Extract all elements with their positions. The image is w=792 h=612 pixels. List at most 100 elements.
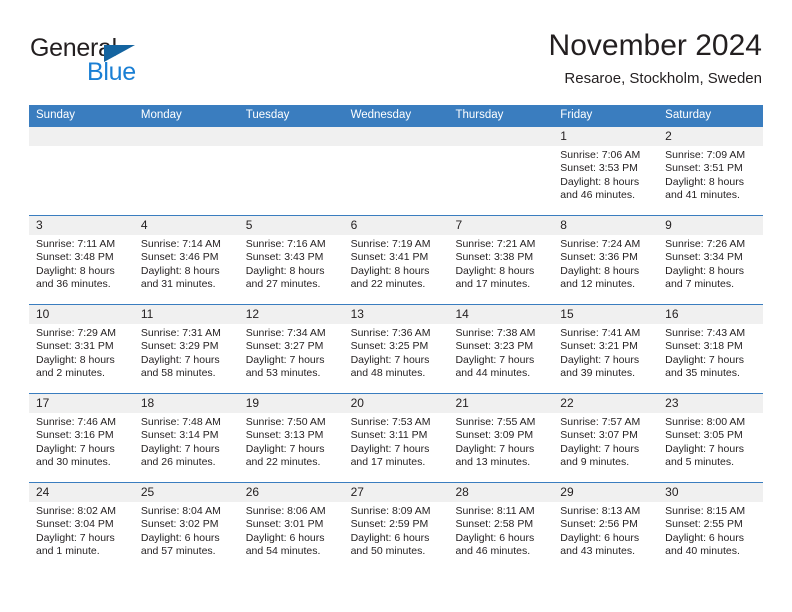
day-cell[interactable]: 27 Sunrise: 8:09 AM Sunset: 2:59 PM Dayl… xyxy=(343,483,449,571)
day-details: Sunrise: 7:14 AM Sunset: 3:46 PM Dayligh… xyxy=(134,235,239,292)
sunrise-text: Sunrise: 7:16 AM xyxy=(245,238,326,250)
day-cell[interactable]: 18 Sunrise: 7:48 AM Sunset: 3:14 PM Dayl… xyxy=(133,394,239,482)
day-details: Sunrise: 7:31 AM Sunset: 3:29 PM Dayligh… xyxy=(134,324,239,381)
sunset-text: Sunset: 3:27 PM xyxy=(245,340,324,353)
day-details: Sunrise: 8:11 AM Sunset: 2:58 PM Dayligh… xyxy=(448,502,553,559)
daylight-text-line1: Daylight: 7 hours xyxy=(245,353,325,366)
calendar-page: General Blue November 2024 Resaroe, Stoc… xyxy=(0,0,792,612)
sunrise-text: Sunrise: 7:29 AM xyxy=(36,327,116,339)
day-details: Sunrise: 7:43 AM Sunset: 3:18 PM Dayligh… xyxy=(658,324,763,381)
day-cell[interactable]: 7 Sunrise: 7:21 AM Sunset: 3:38 PM Dayli… xyxy=(448,216,554,304)
day-cell[interactable]: 30 Sunrise: 8:15 AM Sunset: 2:55 PM Dayl… xyxy=(658,483,764,571)
day-number: 9 xyxy=(658,216,764,235)
day-cell[interactable] xyxy=(448,127,554,215)
day-cell[interactable]: 9 Sunrise: 7:26 AM Sunset: 3:34 PM Dayli… xyxy=(658,216,764,304)
day-details: Sunrise: 8:06 AM Sunset: 3:01 PM Dayligh… xyxy=(239,502,344,559)
general-blue-logo[interactable]: General Blue xyxy=(30,34,260,92)
daylight-text-line2: and 40 minutes. xyxy=(665,545,740,558)
sunset-text: Sunset: 3:53 PM xyxy=(560,162,638,175)
daylight-text-line1: Daylight: 8 hours xyxy=(245,264,325,277)
day-details: Sunrise: 8:00 AM Sunset: 3:05 PM Dayligh… xyxy=(658,413,763,470)
day-details xyxy=(448,146,553,149)
day-cell[interactable]: 6 Sunrise: 7:19 AM Sunset: 3:41 PM Dayli… xyxy=(343,216,449,304)
sunset-text: Sunset: 3:07 PM xyxy=(560,429,638,442)
day-cell[interactable]: 14 Sunrise: 7:38 AM Sunset: 3:23 PM Dayl… xyxy=(448,305,554,393)
daylight-text-line1: Daylight: 8 hours xyxy=(350,264,430,277)
daylight-text-line2: and 27 minutes. xyxy=(245,278,321,291)
day-cell[interactable]: 22 Sunrise: 7:57 AM Sunset: 3:07 PM Dayl… xyxy=(553,394,659,482)
daylight-text-line2: and 46 minutes. xyxy=(560,189,636,202)
day-number: 22 xyxy=(553,394,659,413)
daylight-text-line2: and 17 minutes. xyxy=(455,278,531,291)
daylight-text-line2: and 30 minutes. xyxy=(36,456,111,469)
day-cell[interactable]: 10 Sunrise: 7:29 AM Sunset: 3:31 PM Dayl… xyxy=(29,305,134,393)
daylight-text-line1: Daylight: 7 hours xyxy=(560,442,640,455)
day-number: 17 xyxy=(29,394,134,413)
day-details: Sunrise: 7:29 AM Sunset: 3:31 PM Dayligh… xyxy=(29,324,134,381)
daylight-text-line1: Daylight: 7 hours xyxy=(245,442,325,455)
sunrise-text: Sunrise: 7:46 AM xyxy=(36,416,116,428)
day-cell[interactable]: 17 Sunrise: 7:46 AM Sunset: 3:16 PM Dayl… xyxy=(29,394,134,482)
day-cell[interactable]: 21 Sunrise: 7:55 AM Sunset: 3:09 PM Dayl… xyxy=(448,394,554,482)
day-cell[interactable]: 23 Sunrise: 8:00 AM Sunset: 3:05 PM Dayl… xyxy=(658,394,764,482)
day-cell[interactable]: 13 Sunrise: 7:36 AM Sunset: 3:25 PM Dayl… xyxy=(343,305,449,393)
day-cell[interactable] xyxy=(343,127,449,215)
day-cell[interactable]: 16 Sunrise: 7:43 AM Sunset: 3:18 PM Dayl… xyxy=(658,305,764,393)
daylight-text-line1: Daylight: 8 hours xyxy=(665,264,744,277)
day-cell[interactable] xyxy=(133,127,239,215)
day-number: 13 xyxy=(343,305,449,324)
day-cell[interactable]: 24 Sunrise: 8:02 AM Sunset: 3:04 PM Dayl… xyxy=(29,483,134,571)
title-block: November 2024 Resaroe, Stockholm, Sweden xyxy=(549,28,762,90)
day-cell[interactable]: 3 Sunrise: 7:11 AM Sunset: 3:48 PM Dayli… xyxy=(29,216,134,304)
day-cell[interactable]: 2 Sunrise: 7:09 AM Sunset: 3:51 PM Dayli… xyxy=(658,127,764,215)
daylight-text-line2: and 2 minutes. xyxy=(36,367,105,380)
day-cell[interactable]: 5 Sunrise: 7:16 AM Sunset: 3:43 PM Dayli… xyxy=(238,216,344,304)
day-cell[interactable]: 29 Sunrise: 8:13 AM Sunset: 2:56 PM Dayl… xyxy=(553,483,659,571)
day-details: Sunrise: 7:09 AM Sunset: 3:51 PM Dayligh… xyxy=(658,146,763,203)
day-cell[interactable]: 25 Sunrise: 8:04 AM Sunset: 3:02 PM Dayl… xyxy=(133,483,239,571)
daylight-text-line2: and 43 minutes. xyxy=(560,545,636,558)
day-cell[interactable]: 12 Sunrise: 7:34 AM Sunset: 3:27 PM Dayl… xyxy=(238,305,344,393)
day-number: 7 xyxy=(448,216,554,235)
day-details xyxy=(134,146,239,149)
day-cell[interactable]: 26 Sunrise: 8:06 AM Sunset: 3:01 PM Dayl… xyxy=(238,483,344,571)
sunset-text: Sunset: 3:31 PM xyxy=(36,340,114,353)
day-number: 3 xyxy=(29,216,134,235)
day-cell[interactable]: 1 Sunrise: 7:06 AM Sunset: 3:53 PM Dayli… xyxy=(553,127,659,215)
calendar-grid: Sunday Monday Tuesday Wednesday Thursday… xyxy=(29,105,764,571)
sunrise-text: Sunrise: 7:24 AM xyxy=(560,238,641,250)
daylight-text-line1: Daylight: 7 hours xyxy=(36,442,115,455)
day-number: 1 xyxy=(553,127,659,146)
day-details: Sunrise: 7:36 AM Sunset: 3:25 PM Dayligh… xyxy=(344,324,449,381)
day-cell[interactable]: 4 Sunrise: 7:14 AM Sunset: 3:46 PM Dayli… xyxy=(133,216,239,304)
day-number: 16 xyxy=(658,305,764,324)
sunrise-text: Sunrise: 8:11 AM xyxy=(455,505,535,517)
sunset-text: Sunset: 3:51 PM xyxy=(665,162,743,175)
sunrise-text: Sunrise: 8:09 AM xyxy=(350,505,431,517)
day-cell[interactable]: 11 Sunrise: 7:31 AM Sunset: 3:29 PM Dayl… xyxy=(133,305,239,393)
daylight-text-line1: Daylight: 6 hours xyxy=(350,531,430,544)
daylight-text-line1: Daylight: 7 hours xyxy=(665,442,744,455)
day-cell[interactable]: 19 Sunrise: 7:50 AM Sunset: 3:13 PM Dayl… xyxy=(238,394,344,482)
daylight-text-line2: and 17 minutes. xyxy=(350,456,426,469)
day-cell[interactable]: 15 Sunrise: 7:41 AM Sunset: 3:21 PM Dayl… xyxy=(553,305,659,393)
sunset-text: Sunset: 3:48 PM xyxy=(36,251,114,264)
daylight-text-line1: Daylight: 8 hours xyxy=(36,264,115,277)
day-cell[interactable]: 20 Sunrise: 7:53 AM Sunset: 3:11 PM Dayl… xyxy=(343,394,449,482)
day-number: 11 xyxy=(133,305,239,324)
sunset-text: Sunset: 3:34 PM xyxy=(665,251,743,264)
day-cell[interactable] xyxy=(29,127,134,215)
logo-word-blue: Blue xyxy=(87,58,136,86)
day-cell[interactable]: 28 Sunrise: 8:11 AM Sunset: 2:58 PM Dayl… xyxy=(448,483,554,571)
sunrise-text: Sunrise: 7:26 AM xyxy=(665,238,746,250)
daylight-text-line1: Daylight: 7 hours xyxy=(665,353,744,366)
sunset-text: Sunset: 3:04 PM xyxy=(36,518,114,531)
day-number: 23 xyxy=(658,394,764,413)
day-number xyxy=(29,127,134,146)
sunset-text: Sunset: 3:41 PM xyxy=(350,251,429,264)
day-cell[interactable] xyxy=(238,127,344,215)
sunset-text: Sunset: 3:01 PM xyxy=(245,518,324,531)
daylight-text-line1: Daylight: 8 hours xyxy=(560,175,640,188)
daylight-text-line2: and 44 minutes. xyxy=(455,367,531,380)
day-cell[interactable]: 8 Sunrise: 7:24 AM Sunset: 3:36 PM Dayli… xyxy=(553,216,659,304)
